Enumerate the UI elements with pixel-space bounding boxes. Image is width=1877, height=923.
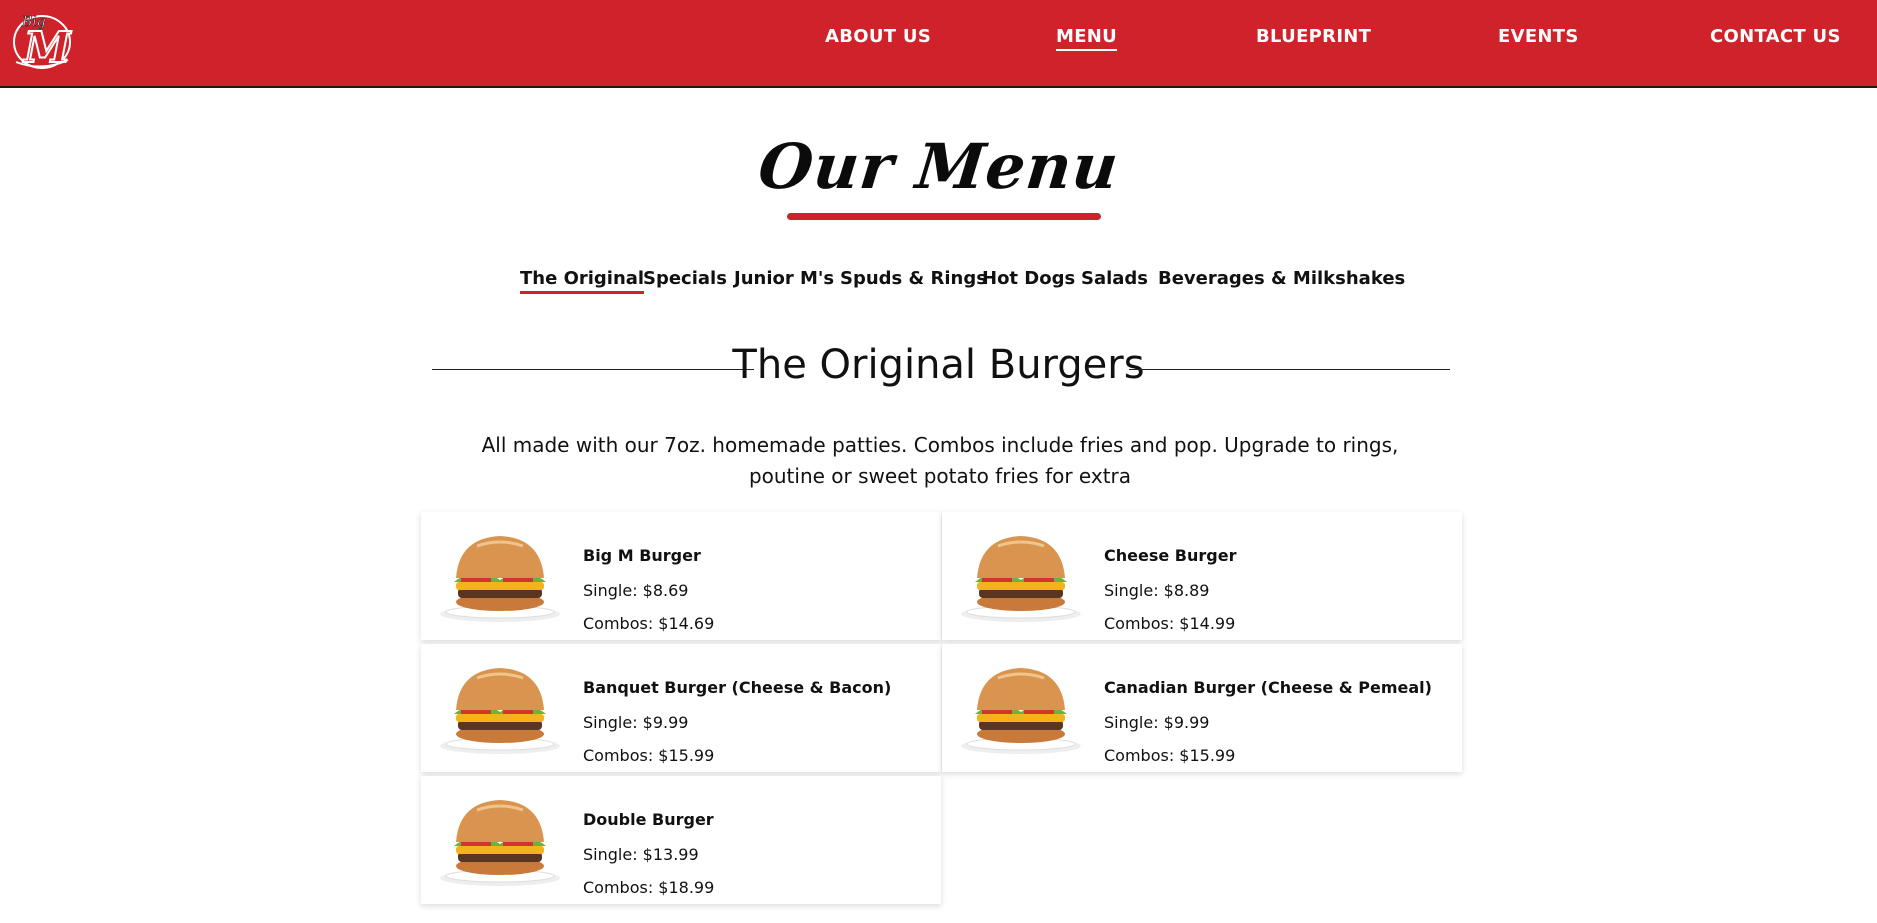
menu-item-card[interactable]: Canadian Burger (Cheese & Pemeal) Single…	[942, 644, 1462, 772]
menu-item-name: Double Burger	[583, 810, 714, 829]
nav-events[interactable]: EVENTS	[1498, 26, 1579, 47]
menu-item-card[interactable]: Big M Burger Single: $8.69 Combos: $14.6…	[421, 512, 941, 640]
menu-item-card[interactable]: Banquet Burger (Cheese & Bacon) Single: …	[421, 644, 941, 772]
menu-item-name: Big M Burger	[583, 546, 701, 565]
tab-specials[interactable]: Specials	[643, 268, 727, 289]
tab-hot-dogs[interactable]: Hot Dogs	[982, 268, 1075, 289]
tab-the-original[interactable]: The Original	[520, 268, 645, 294]
menu-item-single-price: Single: $9.99	[583, 713, 689, 732]
page-title-underline	[787, 213, 1101, 220]
site-header: Big M ABOUT US MENU BLUEPRINT EVENTS CON…	[0, 0, 1877, 88]
page-title: Our Menu	[754, 130, 1123, 203]
tab-salads[interactable]: Salads	[1081, 268, 1148, 289]
section-description: All made with our 7oz. homemade patties.…	[481, 433, 1399, 488]
menu-item-single-price: Single: $8.69	[583, 581, 689, 600]
burger-image	[958, 664, 1084, 756]
menu-item-single-price: Single: $8.89	[1104, 581, 1210, 600]
menu-item-name: Canadian Burger (Cheese & Pemeal)	[1104, 678, 1432, 697]
nav-about-us[interactable]: ABOUT US	[825, 26, 931, 47]
menu-item-card[interactable]: Double Burger Single: $13.99 Combos: $18…	[421, 776, 941, 904]
menu-item-name: Cheese Burger	[1104, 546, 1237, 565]
menu-item-combo-price: Combos: $15.99	[583, 746, 715, 765]
tab-junior-ms[interactable]: Junior M's	[734, 268, 834, 289]
svg-text:M: M	[22, 23, 72, 72]
menu-item-combo-price: Combos: $14.99	[1104, 614, 1236, 633]
page-title-wrap: Our Menu	[0, 130, 1877, 203]
menu-item-combo-price: Combos: $18.99	[583, 878, 715, 897]
menu-item-card[interactable]: Cheese Burger Single: $8.89 Combos: $14.…	[942, 512, 1462, 640]
nav-menu[interactable]: MENU	[1056, 26, 1118, 51]
menu-item-single-price: Single: $13.99	[583, 845, 699, 864]
menu-item-single-price: Single: $9.99	[1104, 713, 1210, 732]
nav-contact-us[interactable]: CONTACT US	[1710, 26, 1841, 47]
burger-image	[958, 532, 1084, 624]
burger-image	[437, 532, 563, 624]
big-m-logo-icon[interactable]: Big M	[8, 4, 76, 74]
burger-image	[437, 664, 563, 756]
menu-item-combo-price: Combos: $15.99	[1104, 746, 1236, 765]
nav-blueprint[interactable]: BLUEPRINT	[1256, 26, 1371, 47]
menu-item-combo-price: Combos: $14.69	[583, 614, 715, 633]
section-title: The Original Burgers	[732, 342, 1145, 388]
burger-image	[437, 796, 563, 888]
section-divider-right	[1129, 369, 1450, 370]
tab-beverages-milkshakes[interactable]: Beverages & Milkshakes	[1158, 268, 1405, 289]
menu-item-name: Banquet Burger (Cheese & Bacon)	[583, 678, 892, 697]
tab-spuds-rings[interactable]: Spuds & Rings	[840, 268, 987, 289]
